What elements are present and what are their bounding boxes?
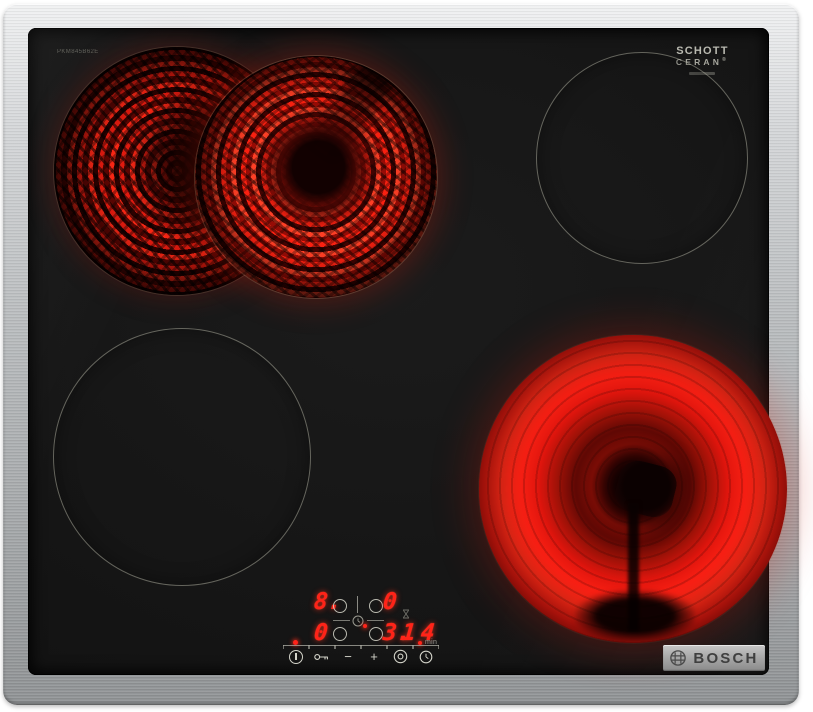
ceramic-glass-surface: PKM845B62E SCHOTT CERAN® [28, 28, 769, 675]
zone-indicator-front-right [369, 627, 383, 641]
zone-back-left-inner-glow [195, 56, 437, 298]
cross-line-right [367, 620, 384, 621]
heating-element-hub [612, 457, 681, 521]
minus-icon: − [344, 650, 352, 663]
plus-button[interactable]: + [361, 645, 387, 667]
dual-zone-icon [393, 649, 408, 664]
element-base-shadow [575, 590, 695, 642]
timer-zone-dot [363, 624, 367, 628]
zone-indicator-front-left [333, 627, 347, 641]
plus-icon: + [370, 650, 378, 663]
display-front-left-level: 0 [313, 622, 329, 645]
cross-line-left [333, 620, 350, 621]
bosch-logo-icon [669, 649, 687, 667]
minus-button[interactable]: − [335, 645, 361, 667]
zone-indicator-back-left [333, 599, 347, 613]
zone-indicator-back-right [369, 599, 383, 613]
touch-control-panel: 8. 0 0 3. 14 min [283, 585, 475, 673]
zone-front-left [53, 328, 311, 586]
child-lock-button[interactable] [309, 645, 335, 667]
dual-zone-button[interactable] [387, 645, 413, 667]
bosch-brand-badge: BOSCH [663, 645, 765, 671]
cooktop-product-photo: PKM845B62E SCHOTT CERAN® 8. 0 [0, 0, 813, 712]
touch-button-row: − + [283, 645, 447, 669]
zone-front-right-glow [479, 335, 787, 643]
power-icon [289, 650, 303, 664]
key-icon [314, 652, 330, 662]
hourglass-icon [402, 609, 410, 619]
model-code-print: PKM845B62E [57, 49, 99, 55]
zone-back-right [536, 52, 748, 264]
clock-icon [419, 650, 433, 664]
timer-button[interactable] [413, 645, 439, 667]
bosch-wordmark: BOSCH [693, 650, 758, 667]
display-divider [357, 596, 358, 613]
display-back-right-level: 0 [382, 591, 398, 614]
registered-mark: ® [722, 57, 729, 63]
power-button[interactable] [283, 645, 309, 667]
